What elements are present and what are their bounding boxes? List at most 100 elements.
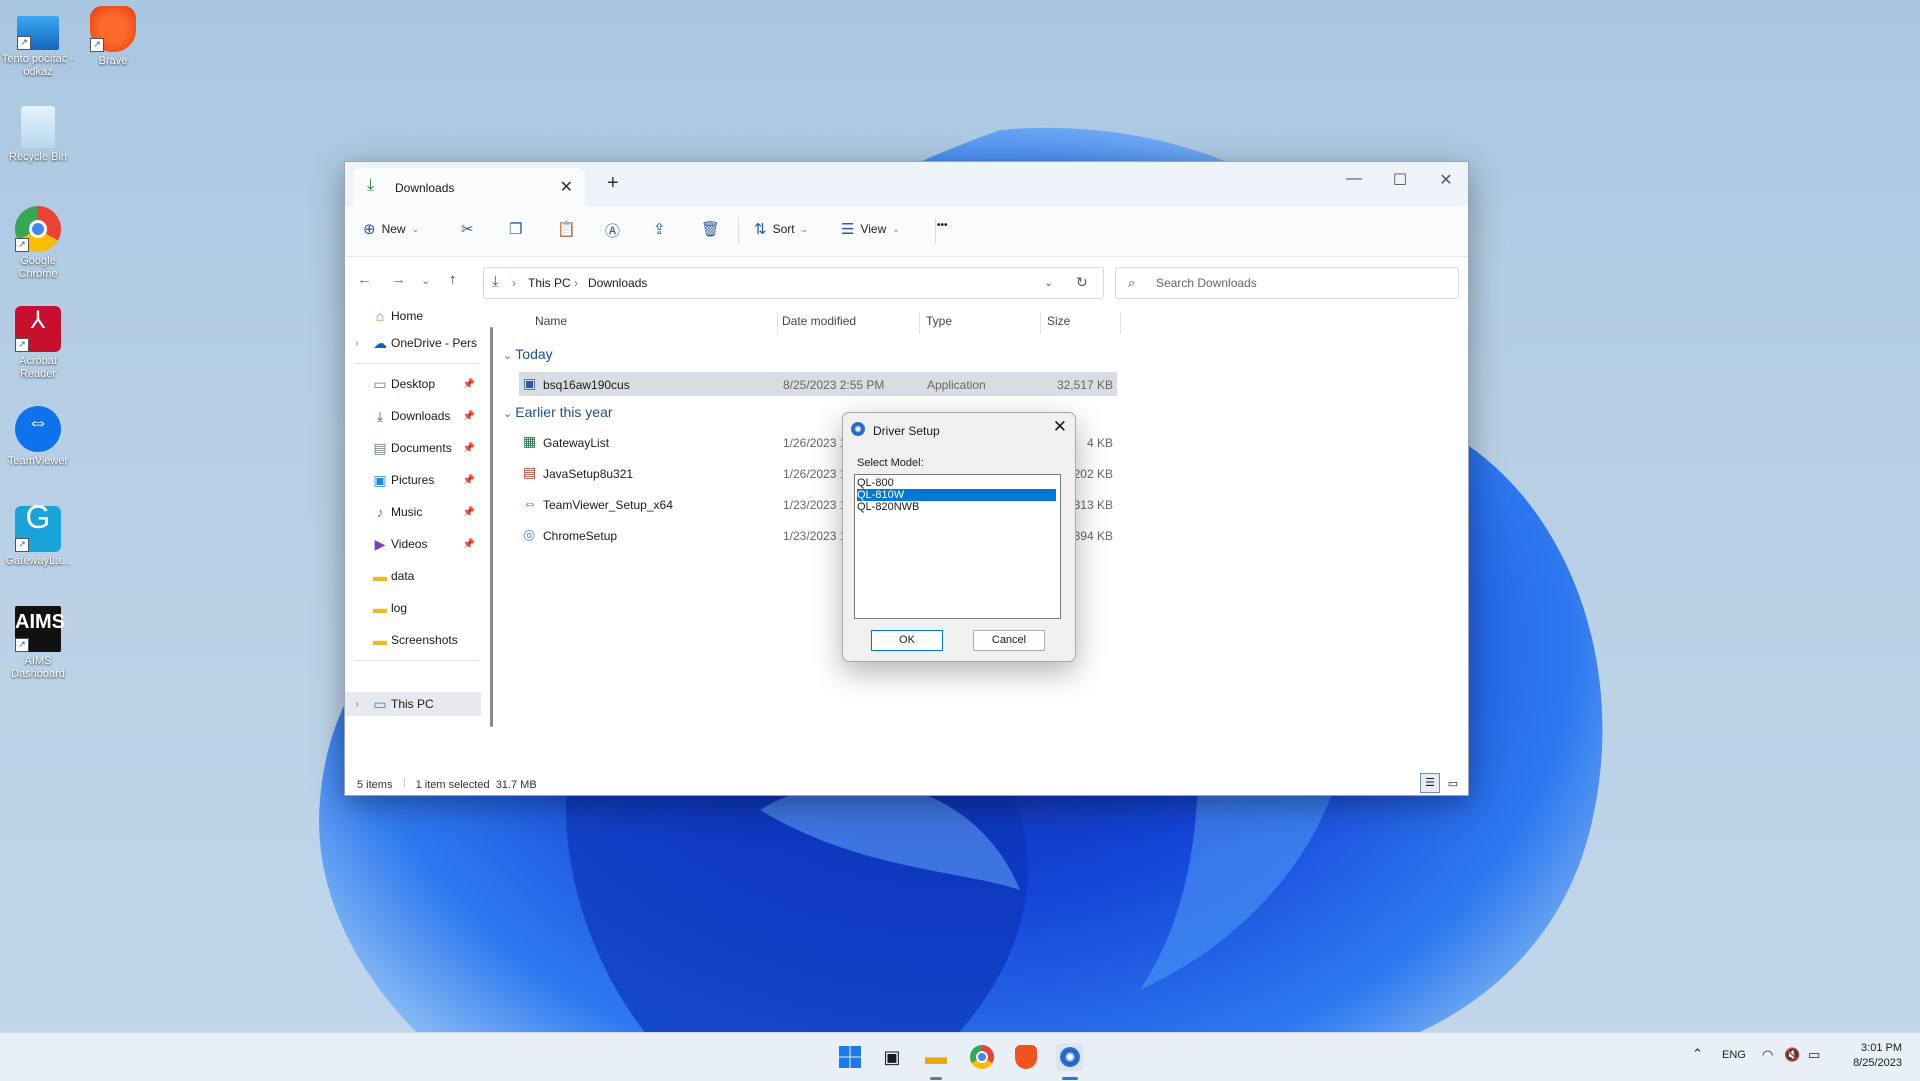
pin-icon: 📌: [462, 538, 475, 550]
refresh-icon[interactable]: ↻: [1076, 274, 1088, 291]
sidebar-item-label: data: [391, 569, 415, 583]
column-header-size[interactable]: Size: [1047, 314, 1070, 328]
back-arrow-icon[interactable]: ←: [357, 271, 372, 288]
delete-button[interactable]: 🗑: [701, 220, 720, 238]
sidebar-item-log[interactable]: ▬ log: [345, 596, 481, 620]
desktop-icon-acrobat[interactable]: ⅄ ↗ Acrobat Reader: [0, 306, 76, 381]
select-model-label: Select Model:: [857, 457, 924, 469]
chevron-right-icon[interactable]: ›: [345, 699, 369, 710]
folder-icon: ▬: [373, 600, 387, 616]
column-separator: [1120, 312, 1121, 334]
group-header-earlier[interactable]: ⌄ Earlier this year: [503, 404, 613, 420]
column-separator: [1040, 312, 1041, 334]
model-option-selected[interactable]: QL-810W: [857, 489, 1056, 501]
rename-button[interactable]: Ⓐ: [605, 220, 620, 241]
pin-icon: 📌: [462, 506, 475, 518]
sidebar-item-home[interactable]: ⌂ Home: [345, 304, 481, 328]
address-dropdown-icon[interactable]: ⌄: [1044, 276, 1053, 289]
desktop-icon-label: Recycle Bin: [8, 151, 68, 163]
trash-icon: 🗑: [701, 221, 721, 238]
sidebar-scrollbar[interactable]: [490, 327, 493, 727]
up-arrow-icon[interactable]: ↑: [449, 271, 457, 288]
sidebar-item-label: Documents: [391, 441, 452, 455]
command-bar: ⊕ New ⌄ ✂ ❐ 📋 Ⓐ ⇪ 🗑 ⇅ Sort ⌄ ☰ View ⌄ ••…: [345, 206, 1468, 257]
view-label: View: [860, 222, 887, 236]
desktop-icon-recycle-bin[interactable]: Recycle Bin: [0, 106, 76, 164]
windows-logo-icon: [839, 1046, 861, 1068]
sidebar-item-downloads[interactable]: ⤓ Downloads 📌: [345, 404, 481, 428]
language-indicator[interactable]: ENG: [1722, 1049, 1746, 1061]
file-explorer-icon[interactable]: ▬: [922, 1043, 950, 1071]
tiles-view-button[interactable]: ▭: [1444, 775, 1462, 793]
new-tab-button[interactable]: +: [607, 172, 619, 195]
gateway-logo: G: [25, 499, 51, 535]
search-input[interactable]: Search Downloads: [1156, 276, 1257, 290]
sidebar-item-data[interactable]: ▬ data: [345, 564, 481, 588]
breadcrumb-downloads[interactable]: Downloads: [588, 276, 647, 290]
forward-arrow-icon[interactable]: →: [391, 271, 406, 288]
sidebar-item-documents[interactable]: ▤ Documents 📌: [345, 436, 481, 460]
sidebar-item-onedrive[interactable]: › ☁ OneDrive - Pers: [345, 331, 481, 355]
close-window-button[interactable]: ✕: [1426, 170, 1466, 190]
model-listbox[interactable]: QL-800 QL-810W QL-820NWB: [854, 474, 1061, 619]
desktop-icon-teamviewer[interactable]: ⇔ TeamViewer: [0, 406, 76, 468]
recent-chevron-icon[interactable]: ⌄: [421, 274, 430, 287]
desktop-icon-aims[interactable]: AIMS ↗ AIMS Dashboard: [0, 606, 76, 681]
view-button[interactable]: ☰ View ⌄: [841, 220, 900, 238]
table-row[interactable]: ▣ bsq16aw190cus 8/25/2023 2:55 PM Applic…: [519, 372, 1117, 396]
desktop-icon-chrome[interactable]: ↗ Google Chrome: [0, 206, 76, 281]
address-bar[interactable]: ⤓ › This PC › Downloads ⌄ ↻: [483, 267, 1104, 299]
copy-button[interactable]: ❐: [509, 220, 522, 238]
task-view-icon[interactable]: ▣: [878, 1043, 906, 1071]
sidebar-item-videos[interactable]: ▶ Videos 📌: [345, 532, 481, 556]
cut-button[interactable]: ✂: [461, 220, 474, 238]
group-header-today[interactable]: ⌄ Today: [503, 346, 553, 362]
desktop-icon-brave[interactable]: ↗ Brave: [75, 6, 151, 68]
new-button[interactable]: ⊕ New ⌄: [363, 220, 419, 238]
model-option[interactable]: QL-800: [857, 477, 1056, 489]
chrome-taskbar-icon[interactable]: [968, 1043, 996, 1071]
model-option[interactable]: QL-820NWB: [857, 501, 1056, 513]
desktop-icon-gateway[interactable]: G ↗ GatewayLa...: [0, 499, 76, 568]
view-icon: ☰: [841, 221, 855, 238]
tiles-view-icon: ▭: [1447, 778, 1459, 790]
battery-icon[interactable]: ▭: [1808, 1047, 1820, 1063]
file-name: ChromeSetup: [543, 529, 618, 543]
maximize-button[interactable]: ☐: [1380, 170, 1420, 190]
status-bar: 5 items 1 item selected 31.7 MB: [357, 778, 537, 791]
sidebar-item-screenshots[interactable]: ▬ Screenshots: [345, 628, 481, 652]
brave-taskbar-icon[interactable]: [1012, 1043, 1040, 1071]
start-button[interactable]: [836, 1043, 864, 1071]
sidebar-item-pictures[interactable]: ▣ Pictures 📌: [345, 468, 481, 492]
close-icon[interactable]: ✕: [1053, 417, 1067, 437]
driver-setup-taskbar-icon[interactable]: [1056, 1043, 1084, 1071]
column-header-type[interactable]: Type: [926, 314, 952, 328]
chrome-setup-icon: ◎: [523, 526, 536, 542]
cancel-button[interactable]: Cancel: [973, 630, 1045, 651]
details-view-button[interactable]: ☰: [1420, 773, 1440, 793]
share-button[interactable]: ⇪: [653, 220, 666, 238]
desktop-icon-this-pc[interactable]: ↗ Tento počítač - odkaz: [0, 10, 76, 79]
speaker-muted-icon[interactable]: 🔇: [1784, 1047, 1800, 1063]
column-header-name[interactable]: Name: [535, 314, 567, 328]
chevron-right-icon[interactable]: ›: [345, 338, 369, 349]
file-date: 1/23/2023 1: [783, 529, 847, 543]
column-header-date[interactable]: Date modified: [782, 314, 856, 328]
search-box[interactable]: ⌕ Search Downloads: [1115, 267, 1459, 299]
chevron-up-icon[interactable]: ⌃: [1692, 1046, 1703, 1062]
minimize-button[interactable]: —: [1334, 170, 1374, 188]
wifi-icon[interactable]: ◠: [1762, 1047, 1773, 1063]
clock[interactable]: 3:01 PM 8/25/2023: [1853, 1041, 1902, 1071]
paste-button[interactable]: 📋: [557, 220, 576, 238]
close-tab-icon[interactable]: ✕: [560, 177, 573, 197]
sort-button[interactable]: ⇅ Sort ⌄: [754, 220, 808, 238]
file-date: 8/25/2023 2:55 PM: [783, 378, 885, 392]
more-options-button[interactable]: •••: [937, 220, 948, 231]
sidebar-item-music[interactable]: ♪ Music 📌: [345, 500, 481, 524]
breadcrumb-separator-icon: ›: [512, 276, 516, 290]
sidebar-item-desktop[interactable]: ▭ Desktop 📌: [345, 372, 481, 396]
tab-downloads[interactable]: ⤓ Downloads ✕: [353, 168, 585, 206]
breadcrumb-this-pc[interactable]: This PC: [528, 276, 571, 290]
sidebar-item-this-pc[interactable]: › ▭ This PC: [345, 692, 481, 716]
ok-button[interactable]: OK: [871, 630, 943, 651]
